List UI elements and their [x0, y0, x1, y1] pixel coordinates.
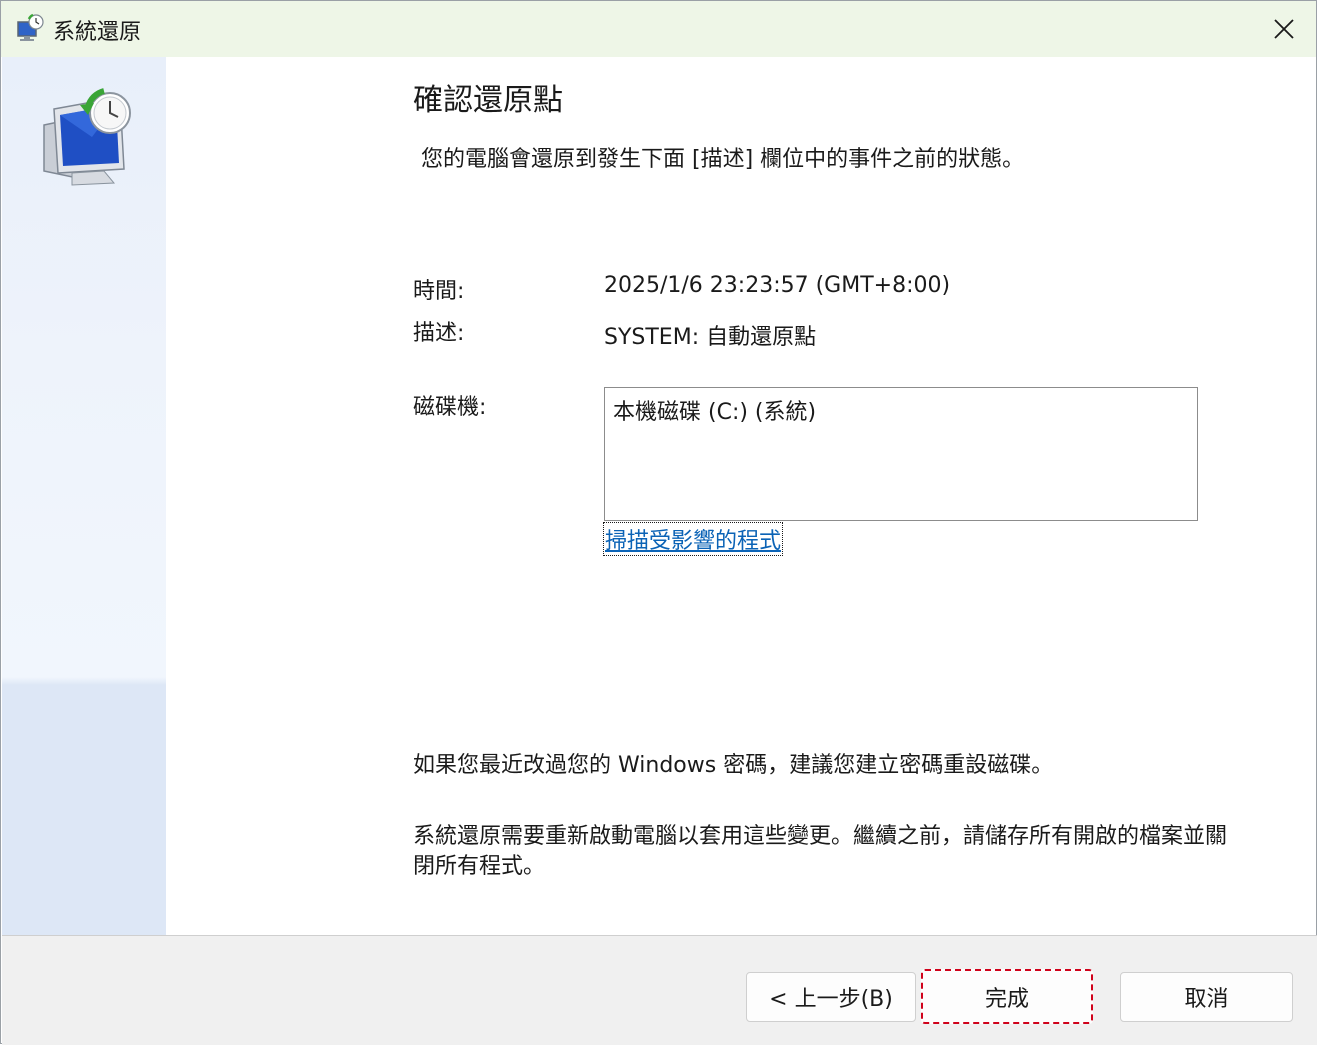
back-button[interactable]: < 上一步(B): [746, 972, 916, 1022]
finish-button[interactable]: 完成: [921, 969, 1093, 1024]
time-label: 時間:: [413, 279, 465, 304]
close-button[interactable]: [1252, 1, 1316, 57]
system-restore-icon: [32, 87, 142, 187]
drives-label: 磁碟機:: [413, 395, 487, 420]
password-reset-note: 如果您最近改過您的 Windows 密碼，建議您建立密碼重設磁碟。: [413, 753, 1054, 778]
time-value: 2025/1/6 23:23:57 (GMT+8:00): [604, 273, 951, 298]
window-title: 系統還原: [53, 20, 142, 45]
close-icon: [1274, 19, 1294, 39]
system-restore-icon: [15, 13, 45, 43]
list-item[interactable]: 本機磁碟 (C:) (系統): [613, 394, 816, 426]
description-value: SYSTEM: 自動還原點: [604, 325, 817, 350]
cancel-button[interactable]: 取消: [1120, 972, 1293, 1022]
description-label: 描述:: [413, 321, 465, 346]
sidebar-panel: [2, 57, 166, 935]
system-restore-window: 系統還原 確認還原點 您的電腦會還原到發生下面 [描述] 欄位中的事件之前的狀態…: [0, 0, 1317, 1045]
title-bar: 系統還原: [1, 1, 1316, 57]
drives-list[interactable]: 本機磁碟 (C:) (系統): [604, 387, 1198, 521]
button-bar: < 上一步(B) 完成 取消: [2, 935, 1317, 1045]
page-title: 確認還原點: [413, 83, 563, 118]
restart-note: 系統還原需要重新啟動電腦以套用這些變更。繼續之前，請儲存所有開啟的檔案並關閉所有…: [413, 824, 1228, 879]
intro-text: 您的電腦會還原到發生下面 [描述] 欄位中的事件之前的狀態。: [421, 147, 1025, 172]
scan-affected-programs-link[interactable]: 掃描受影響的程式: [602, 522, 784, 556]
content-panel: 確認還原點 您的電腦會還原到發生下面 [描述] 欄位中的事件之前的狀態。 時間:…: [167, 57, 1316, 935]
